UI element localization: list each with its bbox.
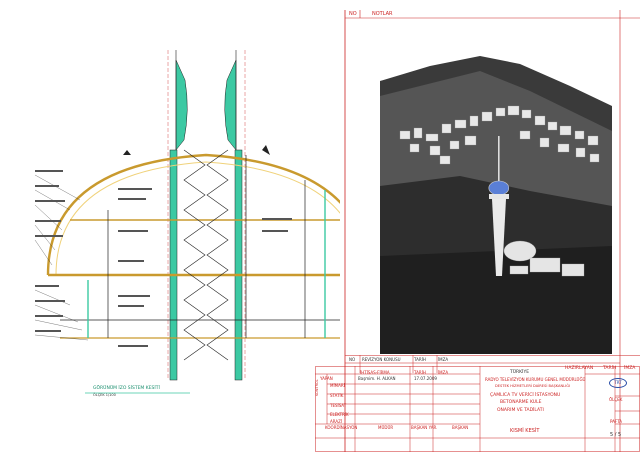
country: TÜRKİYE [510, 370, 530, 375]
made-date: 17.07.2009 [414, 376, 437, 381]
header-sign-label: İMZA [438, 370, 449, 375]
ihtisas-label: İHTİSAS-FİRMA [360, 370, 390, 375]
pafta-label: PAFTA [610, 419, 622, 424]
engineer-name: Başmim. H. ALKAN [358, 376, 396, 381]
discipline-arazi: ARAZİ [330, 419, 343, 424]
control-label: KONTROL [315, 379, 319, 396]
revision-sign-header: İMZA [438, 357, 449, 362]
sheet-number: 5 / 5 [610, 432, 622, 438]
discipline-elektrik: ELEKTRİK [330, 412, 349, 417]
project-line-2: BETONARME KULE [500, 400, 542, 405]
trt-logo: TRT [609, 378, 627, 388]
revision-no-header: NO [349, 357, 356, 362]
dept-head-label: BAŞKAN YAR. [411, 425, 438, 430]
sheet-title: KISMİ KESİT [510, 428, 540, 434]
discipline-mimari: MİMARİ [330, 383, 345, 388]
sign-label: İMZA [624, 366, 636, 371]
section-scale: ÖLÇEK 1/100 [93, 393, 116, 397]
revision-subject-header: REVİZYON KONUSU [362, 357, 401, 362]
header-notes: NOTLAR [372, 11, 393, 17]
manager-label: MÜDÜR [378, 425, 394, 430]
date-label: TARİH [603, 366, 617, 371]
department: DESTEK HİZMETLERİ DAİRESİ BAŞKANLIĞI [495, 384, 571, 388]
prepared-label: HAZIRLAYAN [565, 366, 594, 371]
header-no: NO [349, 11, 357, 17]
project-line-1: ÇAMLICA TV VERİCİ İSTASYONU [490, 393, 561, 398]
head-label: BAŞKAN [452, 425, 469, 430]
made-by-label: YAPAN [320, 376, 333, 381]
discipline-tesisat: TESİSAT [330, 403, 347, 408]
section-caption: GÖRÜNÜM İZO SİSTEM KESİTİ [93, 386, 160, 391]
coordination-label: KOORDİNASYON [325, 425, 358, 430]
institution: RADYO TELEVİZYON KURUMU GENEL MÜDÜRLÜĞÜ [485, 377, 586, 382]
project-line-3: ONARIM VE TADİLATI [497, 408, 544, 413]
tower-photo-image [380, 36, 612, 354]
scale-label: ÖLÇEK [609, 397, 623, 402]
drawing-sheet: NO NOTLAR GÖRÜNÜM İZO SİSTEM KESİTİ ÖLÇE… [0, 0, 640, 452]
revision-date-header: TARİH [414, 357, 426, 362]
header-date-label: TARİH [414, 370, 426, 375]
section-drawing [34, 50, 340, 394]
tower-aerial-photo [380, 36, 612, 354]
discipline-statik: STATİK [330, 393, 344, 398]
